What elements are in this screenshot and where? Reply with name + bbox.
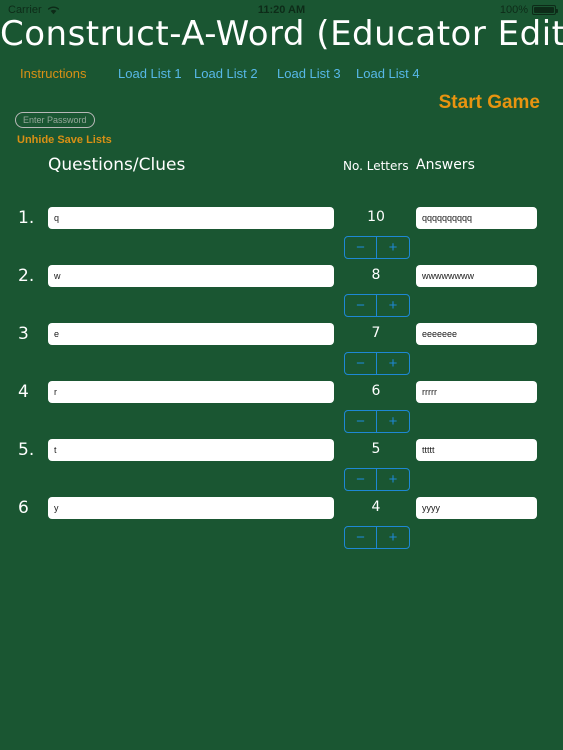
clue-input[interactable] [48,439,334,461]
row-number: 6 [18,498,29,518]
letter-count-decrement-button[interactable]: − [345,469,377,490]
answer-input[interactable] [416,323,537,345]
letter-count-value: 6 [371,383,381,399]
word-entry-row: 1. 10 −+ [0,203,563,261]
nav-link-instructions[interactable]: Instructions [20,66,86,81]
clue-input[interactable] [48,323,334,345]
letter-count-decrement-button[interactable]: − [345,353,377,374]
letter-count-increment-button[interactable]: + [377,353,409,374]
nav-link-load-list-3[interactable]: Load List 3 [277,66,341,81]
nav-link-load-list-2[interactable]: Load List 2 [194,66,258,81]
start-game-button[interactable]: Start Game [439,92,540,114]
word-entry-row: 2. 8 −+ [0,261,563,319]
row-number: 3 [18,324,29,344]
letter-count-increment-button[interactable]: + [377,527,409,548]
clue-input[interactable] [48,265,334,287]
letter-count-decrement-button[interactable]: − [345,411,377,432]
page-title: Construct-A-Word (Educator Edition) [0,14,563,54]
letter-count-increment-button[interactable]: + [377,469,409,490]
clue-input[interactable] [48,207,334,229]
letter-count-value: 8 [371,267,381,283]
answer-input[interactable] [416,439,537,461]
password-input[interactable] [15,112,95,128]
letter-count-decrement-button[interactable]: − [345,527,377,548]
row-number: 2. [18,266,35,286]
column-header-answers: Answers [416,157,475,173]
clue-input[interactable] [48,381,334,403]
nav-bar: Instructions Load List 1 Load List 2 Loa… [0,66,563,88]
nav-link-load-list-4[interactable]: Load List 4 [356,66,420,81]
row-number: 1. [18,208,35,228]
letter-count-value: 7 [371,325,381,341]
letter-count-value: 5 [371,441,381,457]
answer-input[interactable] [416,207,537,229]
letter-count-stepper[interactable]: − + [344,236,410,259]
word-entry-row: 6 4 −+ [0,493,563,551]
letter-count-stepper[interactable]: − + [344,526,410,549]
letter-count-value: 4 [371,499,381,515]
letter-count-stepper[interactable]: − + [344,352,410,375]
row-number: 4 [18,382,29,402]
column-header-questions: Questions/Clues [48,155,186,175]
letter-count-decrement-button[interactable]: − [345,237,377,258]
letter-count-increment-button[interactable]: + [377,237,409,258]
letter-count-decrement-button[interactable]: − [345,295,377,316]
word-entry-row: 4 6 −+ [0,377,563,435]
unhide-save-lists-link[interactable]: Unhide Save Lists [17,134,112,146]
letter-count-increment-button[interactable]: + [377,295,409,316]
word-entry-row: 3 7 −+ [0,319,563,377]
answer-input[interactable] [416,265,537,287]
letter-count-stepper[interactable]: − + [344,410,410,433]
letter-count-value: 10 [367,209,385,225]
row-number: 5. [18,440,35,460]
clue-input[interactable] [48,497,334,519]
answer-input[interactable] [416,497,537,519]
word-entry-row: 5. 5 −+ [0,435,563,493]
column-header-letters: No. Letters [343,159,409,173]
nav-link-load-list-1[interactable]: Load List 1 [118,66,182,81]
letter-count-stepper[interactable]: − + [344,294,410,317]
letter-count-stepper[interactable]: − + [344,468,410,491]
answer-input[interactable] [416,381,537,403]
letter-count-increment-button[interactable]: + [377,411,409,432]
